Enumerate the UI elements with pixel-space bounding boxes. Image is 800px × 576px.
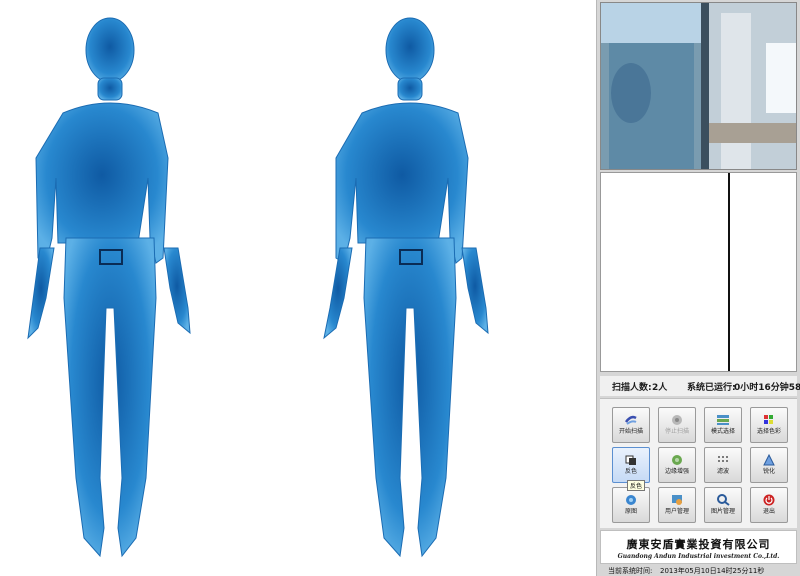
image-management-button[interactable]: 图片管理 [704,487,742,523]
mode-select-label: 模式选择 [710,428,735,435]
edge-enhance-label: 边缘增强 [664,468,689,475]
control-panel: 扫描人数: 2人 系统已运行: 0小时16分钟58秒 开始扫描 停止扫描 模式选… [597,0,800,576]
power-icon [763,494,775,506]
scan-viewport [0,0,597,576]
system-time-value: 2013年05月10日14时25分11秒 [660,567,765,575]
palette-icon [764,415,773,424]
scan-count-label: 扫描人数: [612,383,652,393]
original-icon [626,495,636,505]
scan-image-2 [323,17,489,558]
detail-view [600,172,797,372]
runtime-label: 系统已运行: [687,383,736,393]
original-image-button[interactable]: 原图 [612,487,650,523]
user-management-button[interactable]: 用户管理 [658,487,696,523]
scan-count-value: 2人 [652,383,668,393]
scan-stop-icon [672,415,682,425]
filter-button[interactable]: 滤波 [704,447,742,483]
scan-image-1 [27,17,191,558]
image-search-icon [717,494,730,506]
stats-row: 扫描人数: 2人 系统已运行: 0小时16分钟58秒 [600,376,800,396]
stop-scan-label: 停止扫描 [664,428,689,435]
status-bar: 当前系统时间: 2013年05月10日14时25分11秒 [600,565,797,576]
system-time-label: 当前系统时间: [608,567,653,575]
button-grid: 开始扫描 停止扫描 模式选择 选择色彩 反色 边缘增强 滤波 锐化 原图 用户管… [600,398,797,528]
exit-label: 退出 [762,508,775,515]
stop-scan-button[interactable]: 停止扫描 [658,407,696,443]
sharpen-button[interactable]: 锐化 [750,447,788,483]
filter-label: 滤波 [716,468,729,475]
image-management-label: 图片管理 [710,508,735,515]
color-select-label: 选择色彩 [756,428,781,435]
camera-feed [600,2,797,170]
edge-enhance-button[interactable]: 边缘增强 [658,447,696,483]
color-select-button[interactable]: 选择色彩 [750,407,788,443]
sharpen-icon [763,454,775,466]
user-icon [672,495,682,505]
invert-button[interactable]: 反色 [612,447,650,483]
camera-image [601,3,796,169]
mode-icon [717,415,729,425]
invert-label: 反色 [624,468,637,475]
invert-icon [625,455,636,465]
detail-divider [728,173,730,371]
exit-button[interactable]: 退出 [750,487,788,523]
mode-select-button[interactable]: 模式选择 [704,407,742,443]
sharpen-label: 锐化 [762,468,775,475]
original-image-label: 原图 [624,508,637,515]
filter-icon [718,456,728,462]
company-name-en: Guandong Andun Industrial investment Co.… [617,553,780,560]
company-banner: 廣東安盾實業投資有限公司 Guandong Andun Industrial i… [600,530,797,564]
runtime-value: 0小时16分钟58秒 [734,383,800,393]
start-scan-button[interactable]: 开始扫描 [612,407,650,443]
start-scan-label: 开始扫描 [618,428,643,435]
user-management-label: 用户管理 [664,508,689,515]
company-name-cn: 廣東安盾實業投資有限公司 [626,538,771,551]
tooltip: 反色 [627,480,646,491]
scan-start-icon [624,415,637,425]
edge-icon [672,455,682,465]
